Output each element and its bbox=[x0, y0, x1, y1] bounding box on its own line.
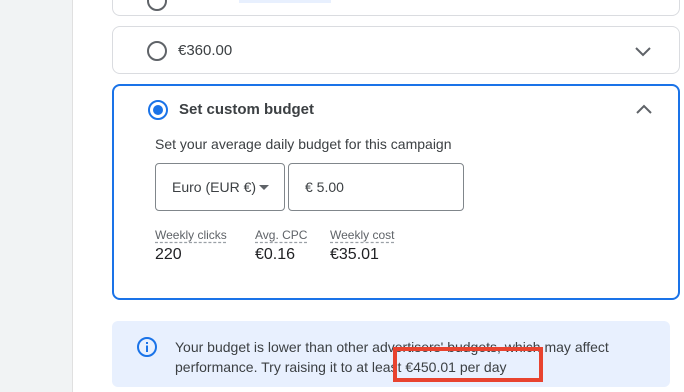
metric-avg-cpc: Avg. CPC €0.16 bbox=[255, 228, 307, 264]
option-chip bbox=[239, 0, 331, 3]
metric-value: €35.01 bbox=[330, 246, 379, 263]
budget-option-card-previous[interactable] bbox=[112, 0, 680, 16]
metric-label[interactable]: Avg. CPC bbox=[255, 228, 307, 242]
dropdown-caret-icon bbox=[259, 185, 269, 190]
currency-value: Euro (EUR €) bbox=[172, 179, 257, 195]
metric-value: €0.16 bbox=[255, 246, 296, 263]
radio-button[interactable] bbox=[147, 0, 167, 11]
budget-warning-notice: Your budget is lower than other advertis… bbox=[112, 321, 670, 387]
metric-label[interactable]: Weekly clicks bbox=[155, 228, 227, 242]
metric-weekly-cost: Weekly cost €35.01 bbox=[330, 228, 394, 264]
metric-weekly-clicks: Weekly clicks 220 bbox=[155, 228, 227, 264]
budget-option-label: €360.00 bbox=[178, 42, 233, 59]
metric-label[interactable]: Weekly cost bbox=[330, 228, 394, 242]
highlight-box bbox=[393, 347, 543, 382]
custom-budget-title: Set custom budget bbox=[179, 101, 315, 118]
info-icon bbox=[136, 336, 158, 358]
chevron-down-icon[interactable] bbox=[633, 41, 653, 61]
daily-budget-value: € 5.00 bbox=[305, 179, 344, 195]
left-rail bbox=[0, 0, 72, 392]
custom-budget-card[interactable]: Set custom budget Set your average daily… bbox=[112, 84, 680, 300]
daily-budget-input[interactable]: € 5.00 bbox=[288, 163, 464, 211]
radio-button-custom[interactable] bbox=[148, 100, 168, 120]
chevron-up-icon[interactable] bbox=[634, 100, 654, 120]
metric-value: 220 bbox=[155, 246, 182, 263]
currency-select[interactable]: Euro (EUR €) bbox=[155, 163, 285, 211]
budget-option-360[interactable]: €360.00 bbox=[112, 26, 680, 74]
radio-button-360[interactable] bbox=[147, 41, 167, 61]
budget-helper-text: Set your average daily budget for this c… bbox=[155, 136, 452, 152]
